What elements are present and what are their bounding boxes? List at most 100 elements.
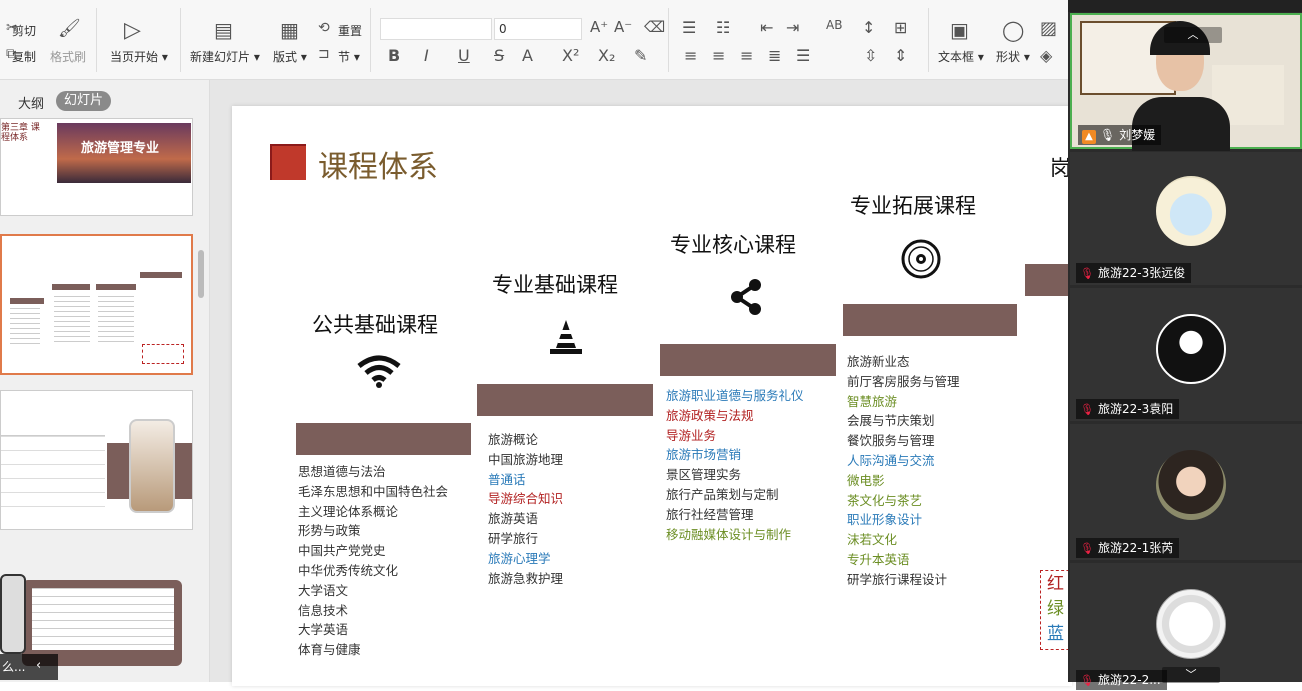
slide-thumbnail-2[interactable] <box>0 234 193 375</box>
font-family-select[interactable] <box>380 18 492 40</box>
chevron-up-icon[interactable]: ︿ <box>1164 27 1222 43</box>
subscript-icon[interactable]: X₂ <box>598 46 615 65</box>
column-bar-extension <box>843 304 1017 336</box>
column-bar-core <box>660 344 836 376</box>
course-item: 餐饮服务与管理 <box>847 433 935 449</box>
avatar <box>1156 314 1226 384</box>
video-panel-top-strip <box>1068 0 1302 12</box>
course-item: 中华优秀传统文化 <box>298 562 399 578</box>
thumbnail-caption: 么... <box>0 654 58 680</box>
participant-tile-2[interactable]: 🎙 旅游22-3张远俊 <box>1070 152 1302 285</box>
indent-icon[interactable]: ⇥ <box>786 18 799 37</box>
vertical-align-icon[interactable]: ⇳ <box>864 46 877 65</box>
eraser-icon[interactable]: ⌫ <box>644 18 665 36</box>
course-item: 移动融媒体设计与制作 <box>666 526 792 542</box>
distribute-icon[interactable]: ☰ <box>796 46 810 65</box>
numbered-list-icon[interactable]: ☷ <box>716 18 730 37</box>
align-left-icon[interactable]: ≡ <box>684 46 697 65</box>
reset-button[interactable]: 重置 <box>338 22 362 39</box>
play-from-current-button[interactable]: 当页开始 ▾ <box>110 48 168 65</box>
participant-tile-host[interactable]: ︿ ▲ 🎙 刘梦媛 <box>1070 13 1302 151</box>
participant-tile-5[interactable]: ﹀ 🎙 旅游22-2... <box>1070 563 1302 690</box>
format-painter-button[interactable]: 格式刷 <box>50 48 86 65</box>
superscript-icon[interactable]: X² <box>562 46 579 65</box>
current-slide[interactable]: 课程体系 岗 公共基础课程 思想道德与法治 毛泽东思想和中国特色社会 主义理论体… <box>232 106 1072 686</box>
text-direction-icon[interactable]: AB <box>826 18 842 32</box>
course-item: 前厅客房服务与管理 <box>847 373 960 389</box>
tab-slides[interactable]: 幻灯片 <box>56 91 112 111</box>
avatar <box>1156 589 1226 659</box>
microphone-icon: 🎙 <box>1100 128 1116 142</box>
bullet-list-icon[interactable]: ☰ <box>682 18 696 37</box>
muted-mic-icon: 🎙 <box>1080 267 1094 280</box>
participant-tile-4[interactable]: 🎙 旅游22-1张芮 <box>1070 424 1302 560</box>
align-right-icon[interactable]: ≡ <box>740 46 753 65</box>
play-icon[interactable]: ▷ <box>124 18 141 43</box>
slide-thumbnail-4[interactable]: 么... ‹ <box>0 546 193 682</box>
sidebar-scrollbar[interactable] <box>198 250 204 298</box>
columns-icon[interactable]: ⊞ <box>894 18 907 37</box>
cut-button[interactable]: 剪切 <box>12 22 36 39</box>
highlight-icon[interactable]: ✎ <box>634 46 647 65</box>
cone-icon <box>550 320 582 354</box>
avatar <box>1156 450 1226 520</box>
strikethrough-icon[interactable]: S <box>494 46 504 65</box>
picture-icon[interactable]: ▨ <box>1040 18 1057 39</box>
course-item: 茶文化与茶艺 <box>847 492 923 508</box>
wifi-icon <box>357 355 401 388</box>
slide-thumbnail-3[interactable] <box>0 390 193 530</box>
muted-mic-icon: 🎙 <box>1080 403 1094 416</box>
participant-name-host: ▲ 🎙 刘梦媛 <box>1078 125 1162 145</box>
course-item: 毛泽东思想和中国特色社会 <box>298 483 449 499</box>
outdent-icon[interactable]: ⇤ <box>760 18 773 37</box>
new-slide-button[interactable]: 新建幻灯片 ▾ <box>190 48 260 65</box>
course-item: 旅游新业态 <box>847 354 910 369</box>
section-button[interactable]: 节 ▾ <box>338 48 360 65</box>
line-spacing-icon[interactable]: ↕ <box>862 18 875 37</box>
collapse-arrow-icon[interactable]: ‹ <box>36 658 41 673</box>
course-item: 旅游急救护理 <box>488 570 564 586</box>
align-center-icon[interactable]: ≡ <box>712 46 725 65</box>
participant-tile-3[interactable]: 🎙 旅游22-3袁阳 <box>1070 288 1302 421</box>
layout-button[interactable]: 版式 ▾ <box>273 48 307 65</box>
font-size-select[interactable]: 0 <box>494 18 582 40</box>
font-color-icon[interactable]: A <box>522 46 533 65</box>
course-item: 职业形象设计 <box>847 512 923 528</box>
copy-button[interactable]: 复制 <box>12 48 36 65</box>
slide-thumbnail-1[interactable]: 第三章 课程体系 旅游管理专业 <box>0 118 193 216</box>
paintbrush-icon[interactable]: 🖌 <box>58 18 81 39</box>
underline-icon[interactable]: U <box>458 46 470 65</box>
course-item: 中国旅游地理 <box>488 451 564 467</box>
layout-icon[interactable]: ▦ <box>280 18 299 42</box>
muted-mic-icon: 🎙 <box>1080 674 1094 687</box>
course-item: 普通话 <box>488 471 526 487</box>
italic-icon[interactable]: I <box>424 46 429 65</box>
justify-icon[interactable]: ≣ <box>768 46 781 65</box>
bold-icon[interactable]: B <box>388 46 400 65</box>
paragraph-spacing-icon[interactable]: ⇕ <box>894 46 907 65</box>
column-bar-foundation <box>477 384 653 416</box>
chevron-down-icon[interactable]: ﹀ <box>1162 667 1220 683</box>
course-list-public: 思想道德与法治 毛泽东思想和中国特色社会 主义理论体系概论 形势与政策 中国共产… <box>298 462 448 660</box>
textbox-button[interactable]: 文本框 ▾ <box>938 48 984 65</box>
shape-button[interactable]: 形状 ▾ <box>996 48 1030 65</box>
course-list-core: 旅游职业道德与服务礼仪 旅游政策与法规 导游业务 旅游市场营销 景区管理实务 旅… <box>666 386 804 544</box>
decrease-font-icon[interactable]: A⁻ <box>614 18 632 36</box>
course-item: 旅游职业道德与服务礼仪 <box>666 388 804 403</box>
tab-outline[interactable]: 大纲 <box>18 93 44 112</box>
column-heading-core: 专业核心课程 <box>670 233 796 257</box>
new-slide-icon[interactable]: ▤ <box>214 18 233 42</box>
course-item: 会展与节庆策划 <box>847 413 935 429</box>
increase-font-icon[interactable]: A⁺ <box>590 18 608 36</box>
course-item: 研学旅行 <box>488 530 539 546</box>
shape-icon[interactable]: ◯ <box>1002 18 1024 42</box>
course-item: 专升本英语 <box>847 551 910 567</box>
reset-icon[interactable]: ⟲ <box>318 20 330 36</box>
course-item: 体育与健康 <box>298 642 361 658</box>
arrange-icon[interactable]: ◈ <box>1040 46 1052 65</box>
column-heading-extension: 专业拓展课程 <box>850 194 976 218</box>
section-icon[interactable]: ⊐ <box>318 46 330 62</box>
course-item: 旅游政策与法规 <box>666 407 754 423</box>
thumbnail-title: 旅游管理专业 <box>81 141 160 156</box>
textbox-icon[interactable]: ▣ <box>950 18 969 42</box>
